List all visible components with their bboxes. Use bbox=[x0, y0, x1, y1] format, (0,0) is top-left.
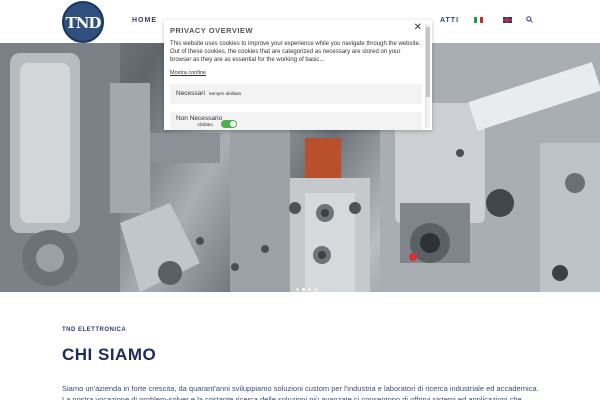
cookie-category-necessary[interactable]: Necessari Sempre abilitato bbox=[170, 84, 422, 104]
cookie-category-label: Necessari Sempre abilitato bbox=[176, 90, 241, 97]
cookie-category-name: Necessari bbox=[176, 90, 205, 97]
cookie-category-status: Sempre abilitato bbox=[208, 91, 242, 96]
en-flag-icon[interactable] bbox=[503, 17, 512, 23]
section-title: CHI SIAMO bbox=[62, 345, 157, 364]
privacy-description: This website uses cookies to improve you… bbox=[170, 41, 421, 63]
site-logo[interactable]: TND bbox=[62, 1, 104, 43]
nav-item-home[interactable]: HOME bbox=[132, 17, 157, 24]
it-flag-icon[interactable] bbox=[474, 17, 483, 23]
search-icon[interactable] bbox=[526, 16, 533, 23]
slider-dot-active[interactable] bbox=[302, 288, 305, 291]
non-necessary-toggle[interactable] bbox=[221, 120, 237, 128]
logo-text: TND bbox=[65, 14, 102, 32]
slider-dot[interactable] bbox=[308, 288, 311, 291]
slider-dots[interactable] bbox=[296, 278, 320, 296]
cookie-category-non-necessary[interactable]: Non Necessario Abilitato bbox=[170, 112, 422, 130]
dialog-scrollbar[interactable] bbox=[425, 24, 430, 128]
privacy-overview-dialog: PRIVACY OVERVIEW ✕ This website uses coo… bbox=[164, 20, 432, 130]
privacy-title: PRIVACY OVERVIEW bbox=[170, 26, 254, 35]
cookie-category-status: Abilitato bbox=[197, 122, 214, 127]
nav-item-atti[interactable]: ATTI bbox=[440, 17, 459, 24]
cookie-category-name: Non Necessario bbox=[176, 115, 223, 122]
slider-dot[interactable] bbox=[314, 288, 317, 291]
section-body-text: Siamo un'azienda in forte crescita, da q… bbox=[62, 384, 539, 400]
section-eyebrow: TND ELETTRONICA bbox=[62, 327, 127, 333]
show-more-link[interactable]: Mostra confine bbox=[170, 70, 206, 76]
slider-dot[interactable] bbox=[296, 288, 299, 291]
close-icon[interactable]: ✕ bbox=[414, 22, 422, 33]
scrollbar-thumb[interactable] bbox=[426, 27, 430, 97]
